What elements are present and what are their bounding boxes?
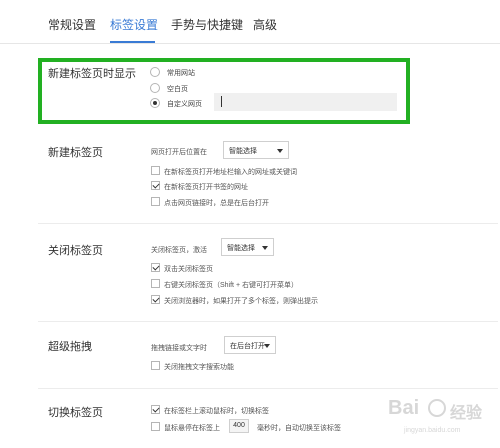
- checkbox-open-links-background[interactable]: [151, 197, 160, 206]
- section-title-new-tab-page: 新建标签页时显示: [48, 68, 136, 80]
- tab-advanced[interactable]: 高级: [253, 16, 277, 33]
- checkbox-scroll-switch-tab[interactable]: [151, 405, 160, 414]
- baidu-jingyan-watermark: Bai 经验 jingyan.baidu.com: [384, 397, 490, 441]
- divider: [38, 388, 498, 389]
- hover-delay-input[interactable]: 400: [229, 419, 249, 433]
- chevron-down-icon: [262, 246, 268, 250]
- radio-frequent-sites[interactable]: [150, 67, 160, 77]
- checkbox-label: 右键关闭标签页（Shift + 右键可打开菜单）: [164, 282, 298, 289]
- position-label: 网页打开后位置在: [151, 149, 207, 156]
- checkbox-warn-multiple-tabs[interactable]: [151, 295, 160, 304]
- watermark-cn: 经验: [450, 405, 483, 422]
- checkbox-right-click-close[interactable]: [151, 279, 160, 288]
- section-title-super-drag: 超级拖拽: [48, 341, 92, 353]
- text-caret: [221, 96, 222, 107]
- chevron-down-icon: [264, 344, 270, 348]
- checkbox-label: 关闭浏览器时，如果打开了多个标签，则弹出提示: [164, 298, 318, 305]
- checkbox-double-click-close[interactable]: [151, 263, 160, 272]
- checkbox-label: 在新标签页打开地址栏输入的网址或关键词: [164, 169, 297, 176]
- settings-tab-bar: 常规设置 标签设置 手势与快捷键 高级: [0, 0, 500, 44]
- radio-blank-page[interactable]: [150, 83, 160, 93]
- drag-action-select[interactable]: 在后台打开: [224, 336, 276, 354]
- checkbox-open-bookmark-new-tab[interactable]: [151, 181, 160, 190]
- checkbox-label: 在标签栏上滚动鼠标时，切换标签: [164, 408, 269, 415]
- radio-label-custom-page: 自定义网页: [167, 101, 202, 108]
- checkbox-label: 双击关闭标签页: [164, 266, 213, 273]
- drag-action-select-value: 在后台打开: [230, 343, 265, 350]
- activate-select[interactable]: 智能选择: [221, 238, 274, 256]
- custom-url-input[interactable]: [214, 93, 397, 111]
- activate-select-value: 智能选择: [227, 245, 255, 252]
- position-select-value: 智能选择: [229, 148, 257, 155]
- paw-icon: [428, 399, 446, 417]
- checkbox-hover-switch-tab[interactable]: [151, 422, 160, 431]
- watermark-url: jingyan.baidu.com: [404, 427, 461, 434]
- drag-label: 拖拽链接或文字时: [151, 345, 207, 352]
- radio-custom-page[interactable]: [150, 98, 160, 108]
- active-tab-underline: [110, 41, 155, 43]
- chevron-down-icon: [277, 149, 283, 153]
- checkbox-label: 关闭拖拽文字搜索功能: [164, 364, 234, 371]
- divider: [38, 321, 498, 322]
- divider: [38, 223, 498, 224]
- checkbox-label: 在新标签页打开书签的网址: [164, 184, 248, 191]
- section-title-new-tab: 新建标签页: [48, 147, 103, 159]
- position-select[interactable]: 智能选择: [223, 141, 289, 159]
- section-title-close-tab: 关闭标签页: [48, 245, 103, 257]
- activate-label: 关闭标签页，激活: [151, 247, 207, 254]
- radio-label-blank-page: 空白页: [167, 86, 188, 93]
- checkbox-open-addressbar-new-tab[interactable]: [151, 166, 160, 175]
- tab-general[interactable]: 常规设置: [48, 16, 96, 33]
- radio-label-frequent-sites: 常用网站: [167, 70, 195, 77]
- hover-suffix-label: 毫秒时，自动切换至该标签: [257, 425, 341, 432]
- watermark-brand: Bai: [388, 397, 420, 419]
- tab-gestures-shortcuts[interactable]: 手势与快捷键: [171, 16, 243, 33]
- hover-prefix-label: 鼠标悬停在标签上: [164, 425, 220, 432]
- checkbox-label: 点击网页链接时，总是在后台打开: [164, 200, 269, 207]
- tab-tab-settings[interactable]: 标签设置: [110, 16, 158, 33]
- section-title-switch-tab: 切换标签页: [48, 407, 103, 419]
- checkbox-disable-drag-search[interactable]: [151, 361, 160, 370]
